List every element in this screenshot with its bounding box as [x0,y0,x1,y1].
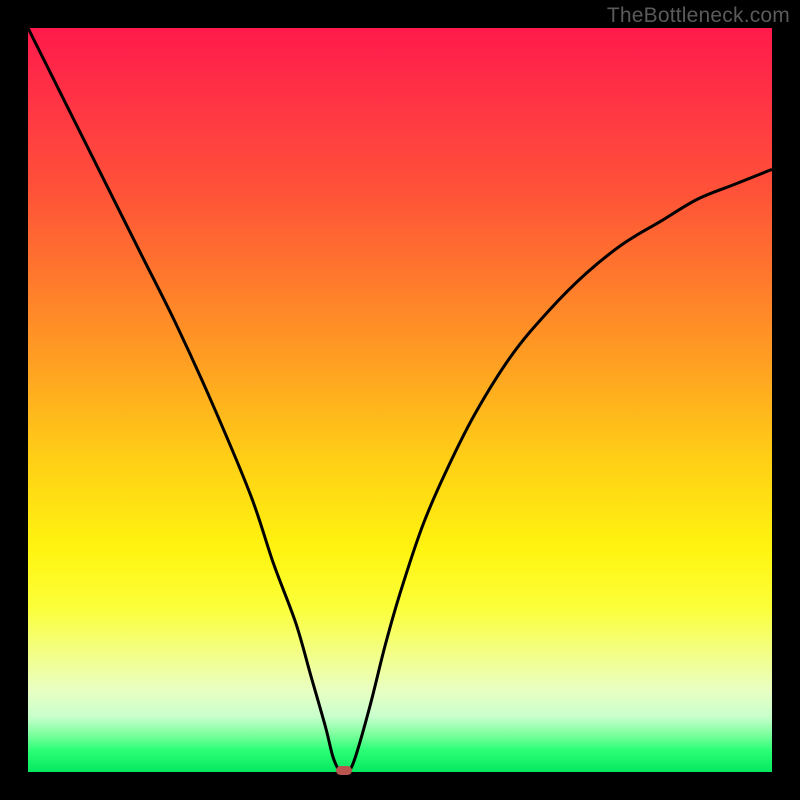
watermark-text: TheBottleneck.com [607,4,790,28]
plot-area [28,28,772,772]
minimum-marker [336,766,352,775]
chart-frame: TheBottleneck.com [0,0,800,800]
curve-svg [28,28,772,772]
bottleneck-curve [28,28,772,774]
